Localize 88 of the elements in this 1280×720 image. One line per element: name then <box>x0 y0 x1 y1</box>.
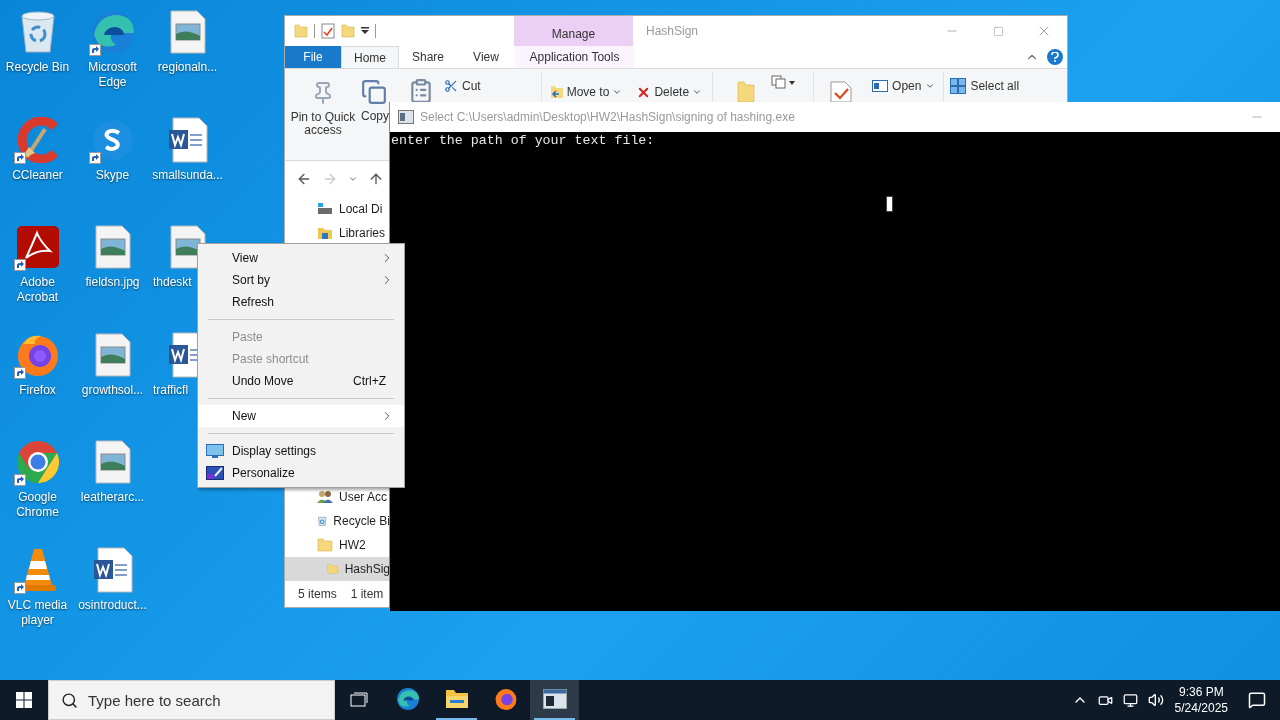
context-menu-item[interactable]: Undo Move Ctrl+Z <box>198 370 404 392</box>
copy-icon <box>361 79 387 105</box>
open-button[interactable]: Open <box>872 77 936 95</box>
nav-pane-item[interactable]: Recycle Bi <box>285 509 390 533</box>
desktop-icon-label[interactable]: Adobe Acrobat <box>0 275 75 305</box>
move-to-button[interactable]: Move to <box>549 83 623 101</box>
copy-to-icon[interactable] <box>771 75 796 89</box>
context-menu-item[interactable]: Refresh <box>198 291 404 313</box>
copy-button[interactable]: Copy <box>361 69 389 123</box>
document-icon <box>167 116 208 163</box>
document-icon <box>92 546 133 593</box>
context-menu-item[interactable]: Display settings <box>198 440 404 462</box>
image-file-icon <box>94 440 131 484</box>
caret-icon <box>692 87 703 97</box>
users-icon <box>317 490 333 504</box>
folder-icon <box>444 689 469 709</box>
context-menu-item[interactable]: Sort by <box>198 269 404 291</box>
contextual-tab-group: Manage <box>514 16 633 46</box>
acrobat-icon <box>15 225 60 269</box>
nav-pane-item[interactable]: Local Di <box>285 197 390 221</box>
drive-icon <box>317 202 333 216</box>
windows-logo-icon <box>16 692 32 708</box>
image-file-icon <box>94 225 131 269</box>
chrome-icon <box>14 439 61 485</box>
personalize-icon <box>206 466 224 480</box>
folder-icon <box>317 538 333 552</box>
search-field[interactable]: Type here to search <box>88 681 324 719</box>
select-all-icon <box>950 78 967 94</box>
pin-to-quick-access-button[interactable]: Pin to Quick access <box>285 69 361 137</box>
nav-pane-item[interactable]: HashSig <box>285 557 390 581</box>
dropdown-icon[interactable] <box>361 27 369 35</box>
ribbon-tab[interactable]: View <box>457 46 515 68</box>
task-view-icon <box>350 692 368 708</box>
scissors-icon <box>444 79 458 93</box>
console-icon <box>398 110 414 124</box>
properties-icon[interactable] <box>830 81 853 103</box>
network-icon[interactable] <box>1122 692 1138 708</box>
folder-icon <box>327 562 339 576</box>
delete-button[interactable]: Delete <box>636 83 703 101</box>
libraries-icon <box>317 226 333 240</box>
edge-icon <box>89 9 136 55</box>
move-folder-icon <box>549 85 564 99</box>
taskbar-app-button[interactable] <box>530 680 579 720</box>
ribbon-tab[interactable]: Share <box>399 46 457 68</box>
skype-icon <box>90 117 135 162</box>
nav-pane-item[interactable]: User Acc <box>285 485 390 509</box>
desktop-icon-label[interactable]: smallsunda... <box>152 167 223 183</box>
console-icon <box>542 689 567 709</box>
ribbon-tab[interactable]: Home <box>341 46 399 68</box>
select-all-button[interactable]: Select all <box>950 77 1020 95</box>
desktop-icon-label[interactable]: Skype <box>95 167 130 183</box>
notifications-icon[interactable] <box>1248 691 1266 709</box>
desktop-icon-label[interactable]: regionaln... <box>157 60 218 75</box>
context-menu-item[interactable]: New <box>198 405 404 427</box>
mouse-cursor-icon <box>886 196 893 212</box>
maximize-icon <box>992 25 1004 37</box>
volume-icon[interactable] <box>1147 692 1164 708</box>
ribbon-tab[interactable]: Application Tools <box>515 46 634 68</box>
image-file-icon <box>169 10 206 54</box>
image-file-icon <box>94 332 131 377</box>
display-icon <box>206 444 224 458</box>
window-title: Select C:\Users\admin\Desktop\HW2\HashSign\signing of hashing.exe <box>420 109 795 126</box>
caret-icon <box>612 87 623 97</box>
properties-icon[interactable] <box>321 23 335 39</box>
context-menu-item[interactable]: Personalize <box>198 462 404 484</box>
window-title: HashSign <box>646 23 699 40</box>
edge-icon <box>395 687 420 711</box>
recycle-bin-icon <box>317 514 328 528</box>
context-menu-item[interactable]: View <box>198 247 404 269</box>
open-icon <box>872 80 889 92</box>
ribbon-tab[interactable]: File <box>285 46 341 68</box>
desktop-icon-label[interactable]: Recycle Bin <box>5 60 70 75</box>
console-output: enter the path of your text file: <box>390 132 656 149</box>
search-icon <box>61 691 78 709</box>
status-text: 1 item <box>350 586 384 603</box>
desktop-icon-label[interactable]: Microsoft Edge <box>75 60 150 90</box>
desktop-icon-label[interactable]: CCleaner <box>12 167 63 183</box>
nav-pane-item[interactable]: Libraries <box>285 221 390 245</box>
caret-icon <box>925 81 936 91</box>
search-box[interactable]: Type here to search <box>48 680 335 720</box>
help-icon[interactable] <box>1047 49 1063 65</box>
nav-pane-item[interactable]: HW2 <box>285 533 390 557</box>
folder-icon <box>294 24 308 38</box>
paste-icon[interactable] <box>408 78 434 104</box>
firefox-icon <box>493 687 518 711</box>
clock[interactable]: 9:36 PM 5/24/2025 <box>1168 684 1234 716</box>
status-text: 5 items <box>298 586 337 603</box>
cut-button[interactable]: Cut <box>444 77 481 95</box>
